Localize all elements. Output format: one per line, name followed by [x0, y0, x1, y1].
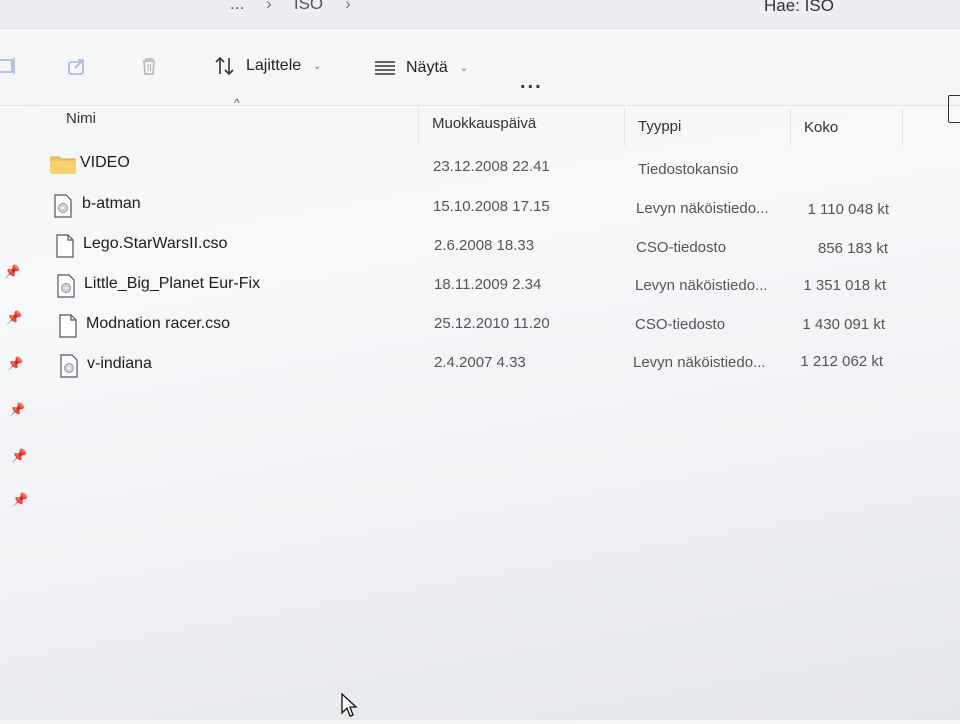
breadcrumb-prev[interactable]: ... — [230, 0, 244, 14]
pin-icon[interactable]: 📌 — [6, 310, 22, 326]
column-header-type[interactable]: Tyyppi — [638, 118, 681, 135]
file-type: CSO-tiedosto — [635, 316, 726, 333]
file-modified: 15.10.2008 17.15 — [433, 198, 550, 215]
title-bar: ... › ISO › Hae: ISO — [0, 0, 960, 29]
file-modified: 23.12.2008 22.41 — [433, 158, 550, 175]
file-row[interactable]: v-indiana 2.4.2007 4.33 Levyn näköistied… — [0, 346, 960, 384]
column-header-name[interactable]: Nimi — [66, 110, 96, 127]
sort-ascending-icon: ^ — [234, 96, 240, 110]
trash-icon — [136, 53, 162, 79]
disc-image-file-icon — [59, 354, 81, 378]
column-divider[interactable] — [418, 108, 419, 146]
breadcrumb-current[interactable]: ISO — [294, 0, 323, 14]
file-size: 856 183 kt — [817, 240, 888, 257]
file-name: Lego.StarWarsII.cso — [83, 235, 228, 252]
column-divider[interactable] — [902, 108, 903, 146]
file-name: b-atman — [82, 195, 141, 212]
search-input[interactable]: Hae: ISO — [764, 0, 834, 16]
file-modified: 18.11.2009 2.34 — [434, 276, 542, 293]
file-type: Levyn näköistiedo... — [635, 277, 768, 294]
file-row[interactable]: Modnation racer.cso 25.12.2010 11.20 CSO… — [0, 306, 960, 344]
file-type: Levyn näköistiedo... — [633, 354, 766, 371]
view-label: Näytä — [406, 59, 448, 76]
file-row[interactable]: Lego.StarWarsII.cso 2.6.2008 18.33 CSO-t… — [0, 226, 960, 264]
column-divider[interactable] — [790, 108, 791, 146]
pin-icon[interactable]: 📌 — [9, 402, 25, 418]
share-button[interactable] — [64, 53, 90, 79]
more-options-button[interactable]: ... — [520, 71, 543, 94]
pin-icon[interactable]: 📌 — [11, 448, 27, 464]
sort-button[interactable]: Lajittele ⌄ — [212, 53, 322, 79]
folder-icon — [50, 153, 76, 177]
breadcrumb-chevron-icon[interactable]: › — [345, 0, 351, 14]
file-icon — [55, 234, 77, 258]
sort-label: Lajittele — [246, 57, 302, 74]
rename-icon — [0, 53, 20, 79]
file-icon — [58, 314, 80, 338]
chevron-down-icon: ⌄ — [459, 62, 469, 74]
sort-arrows-icon — [212, 53, 238, 79]
rename-button[interactable] — [0, 53, 20, 79]
column-header-modified[interactable]: Muokkauspäivä — [432, 115, 536, 132]
delete-button[interactable] — [136, 53, 162, 79]
file-modified: 25.12.2010 11.20 — [434, 315, 550, 332]
command-bar: Lajittele ⌄ Näytä ⌄ ... — [0, 29, 960, 123]
file-name: v-indiana — [87, 355, 152, 372]
disc-image-file-icon — [53, 194, 75, 218]
file-modified: 2.4.2007 4.33 — [434, 354, 526, 371]
disc-image-file-icon — [56, 274, 78, 298]
view-button[interactable]: Näytä ⌄ — [372, 55, 468, 81]
file-type: Tiedostokansio — [638, 161, 739, 178]
file-row[interactable]: b-atman 15.10.2008 17.15 Levyn näköistie… — [0, 186, 960, 224]
breadcrumb-separator-icon: › — [266, 0, 272, 13]
file-type: Levyn näköistiedo... — [636, 200, 769, 217]
file-size: 1 351 018 kt — [803, 277, 886, 294]
file-row[interactable]: VIDEO 23.12.2008 22.41 Tiedostokansio — [0, 145, 960, 183]
file-modified: 2.6.2008 18.33 — [434, 237, 535, 254]
file-size: 1 430 091 kt — [802, 316, 885, 333]
file-name: VIDEO — [80, 154, 130, 171]
file-row[interactable]: Little_Big_Planet Eur-Fix 18.11.2009 2.3… — [0, 266, 960, 304]
pin-icon[interactable]: 📌 — [7, 356, 23, 372]
file-size: 1 212 062 kt — [800, 353, 883, 370]
file-type: CSO-tiedosto — [636, 239, 727, 256]
mouse-cursor-icon — [340, 692, 358, 724]
column-header-row: ^ Nimi Muokkauspäivä Tyyppi Koko — [0, 96, 960, 148]
breadcrumb[interactable]: ... › ISO › — [230, 0, 351, 14]
pin-icon[interactable]: 📌 — [12, 492, 28, 508]
column-header-size[interactable]: Koko — [804, 119, 838, 136]
share-icon — [64, 53, 90, 79]
chevron-down-icon: ⌄ — [313, 60, 322, 72]
list-view-icon — [372, 55, 398, 81]
pin-icon[interactable]: 📌 — [4, 264, 20, 280]
file-size: 1 110 048 kt — [807, 201, 889, 218]
file-name: Little_Big_Planet Eur-Fix — [84, 275, 261, 292]
file-name: Modnation racer.cso — [86, 315, 231, 332]
column-divider[interactable] — [624, 108, 625, 146]
